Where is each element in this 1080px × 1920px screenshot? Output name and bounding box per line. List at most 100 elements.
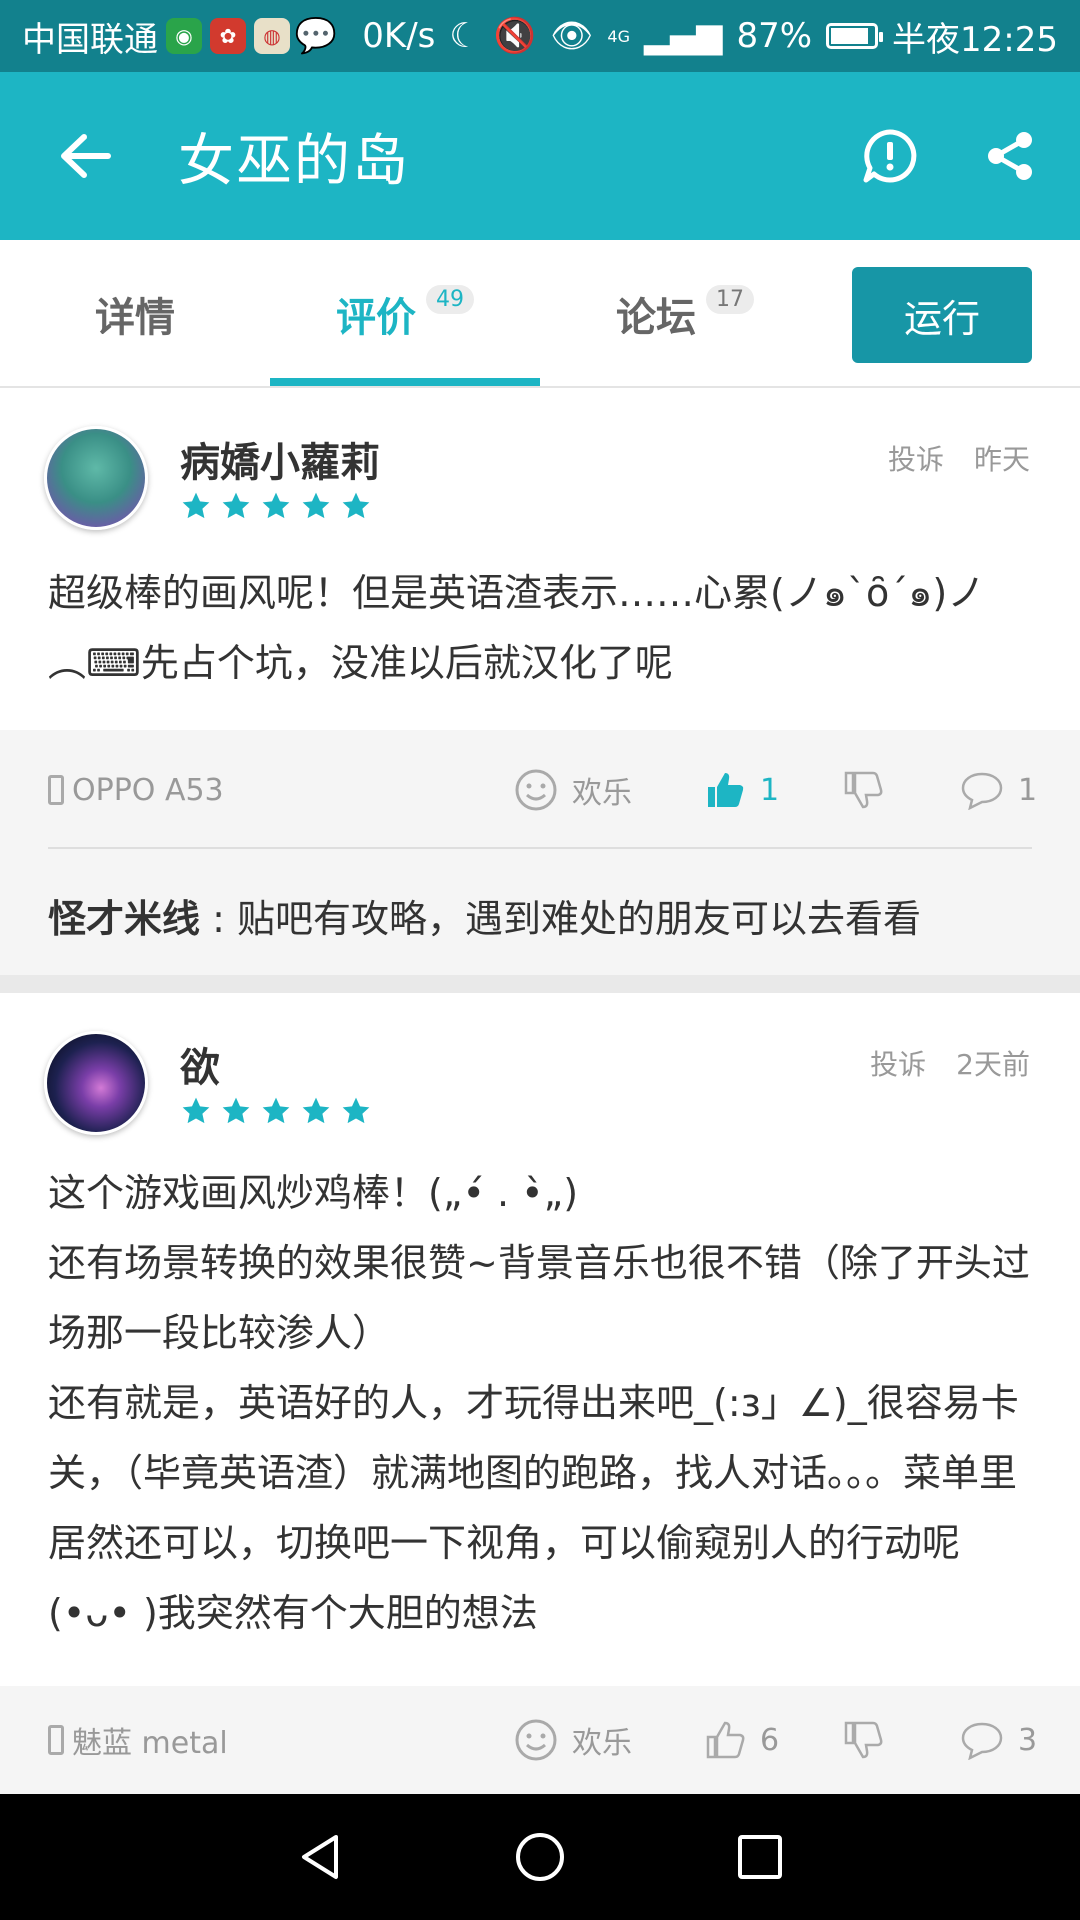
review-time: 2天前: [956, 1048, 1030, 1081]
star-icon: [302, 492, 330, 519]
phone-icon: [48, 1725, 64, 1755]
like-count: 6: [760, 1722, 780, 1758]
like-button[interactable]: 1: [704, 769, 779, 811]
device-info: OPPO A53: [48, 773, 224, 808]
run-button[interactable]: 运行: [852, 267, 1032, 363]
review-time: 昨天: [973, 443, 1030, 476]
like-count: 1: [760, 772, 780, 808]
star-icon: [222, 492, 250, 519]
mood-label: 欢乐: [572, 1726, 632, 1761]
reply-separator: :: [212, 897, 237, 941]
tab-bar: 详情 评价 49 论坛 17 运行: [0, 240, 1080, 388]
review-card: 欲 投诉 2天前 这个游戏画风炒鸡棒！(„•́ . •̀„) 还有场景转换的效果…: [0, 993, 1080, 1693]
active-tab-indicator: [270, 378, 540, 386]
mood-tag[interactable]: 欢乐: [514, 768, 632, 812]
alert-icon: [863, 129, 917, 183]
arrow-left-icon: [61, 134, 111, 178]
comment-icon: [961, 1722, 1003, 1760]
device-name: OPPO A53: [72, 772, 224, 808]
star-icon: [342, 492, 370, 519]
review-separator: [0, 975, 1080, 993]
network-speed: 0K/s: [362, 16, 436, 56]
triangle-back-icon: [302, 1835, 338, 1879]
square-recents-icon: [738, 1835, 782, 1879]
review-content: 这个游戏画风炒鸡棒！(„•́ . •̀„) 还有场景转换的效果很赞~背景音乐也很…: [48, 1158, 1038, 1648]
page-title: 女巫的岛: [178, 128, 410, 194]
avatar[interactable]: [44, 1031, 148, 1135]
review-footer: 魅蓝 metal 欢乐 6 3: [0, 1686, 1080, 1794]
review-content: 超级棒的画风呢！但是英语渣表示……心累(ノ๑`ȏ´๑)ノ︵⌨先占个坑，没准以后就…: [48, 558, 1038, 698]
comment-count: 3: [1018, 1722, 1038, 1758]
thumbs-down-icon: [844, 771, 883, 809]
star-icon: [182, 1097, 210, 1124]
huawei-icon: ✿: [210, 18, 246, 54]
battery-percent: 87%: [736, 16, 813, 56]
report-link[interactable]: 投诉: [888, 438, 944, 478]
tab-forum[interactable]: 论坛 17: [580, 240, 790, 388]
network-type: 4G: [607, 26, 630, 46]
thumbs-down-icon: [844, 1721, 883, 1759]
smiley-icon: [515, 1719, 557, 1761]
comment-button[interactable]: 1: [960, 770, 1037, 810]
mood-tag[interactable]: 欢乐: [514, 1718, 632, 1762]
comment-button[interactable]: 3: [960, 1720, 1037, 1760]
review-text: 这个游戏画风炒鸡棒！(„•́ . •̀„) 还有场景转换的效果很赞~背景音乐也很…: [48, 1171, 1030, 1635]
reply[interactable]: 怪才米线 : 贴吧有攻略，遇到难处的朋友可以去看看: [48, 888, 921, 943]
signal-icon: ▂▄▆: [643, 16, 723, 56]
circle-home-icon: [516, 1833, 564, 1881]
system-nav-bar: [0, 1794, 1080, 1920]
username[interactable]: 欲: [180, 1035, 220, 1093]
status-bar: 中国联通 ◉ ✿ ◍ 💬 0K/s ☾ 🔇 👁 4G ▂▄▆ 87% 半夜12:…: [0, 0, 1080, 72]
mute-icon: 🔇: [493, 16, 537, 56]
review-footer: OPPO A53 欢乐 1 1 怪才米线 : 贴吧有攻略，遇到难处的朋友可以去看…: [0, 730, 1080, 975]
tab-count-badge: 17: [706, 284, 754, 314]
rating-stars: [180, 490, 372, 522]
report-button[interactable]: [850, 116, 930, 196]
back-button[interactable]: [40, 111, 130, 201]
report-link[interactable]: 投诉: [870, 1043, 926, 1083]
nav-recents-button[interactable]: [715, 1812, 805, 1902]
tab-label: 论坛: [616, 295, 696, 341]
tab-label: 评价: [336, 295, 416, 341]
review-text: 超级棒的画风呢！但是英语渣表示……心累(ノ๑`ȏ´๑)ノ︵⌨先占个坑，没准以后就…: [48, 571, 986, 685]
weibo-icon: ◍: [254, 18, 290, 54]
nav-home-button[interactable]: [495, 1812, 585, 1902]
comment-icon: [961, 772, 1003, 810]
star-icon: [302, 1097, 330, 1124]
star-icon: [262, 492, 290, 519]
divider: [48, 847, 1032, 849]
clock: 半夜12:25: [892, 19, 1058, 60]
avatar[interactable]: [44, 426, 148, 530]
carrier-name: 中国联通: [22, 19, 158, 60]
share-icon: [988, 132, 1032, 180]
mood-label: 欢乐: [572, 776, 632, 811]
star-icon: [222, 1097, 250, 1124]
dislike-button[interactable]: [842, 769, 884, 811]
like-button[interactable]: 6: [704, 1719, 779, 1761]
eye-icon: 👁: [550, 16, 594, 56]
thumbs-up-icon: [708, 773, 744, 807]
dislike-button[interactable]: [842, 1719, 884, 1761]
device-name: 魅蓝 metal: [72, 1726, 228, 1761]
phone-icon: [48, 775, 64, 805]
reply-username[interactable]: 怪才米线: [48, 897, 200, 941]
comment-count: 1: [1018, 772, 1038, 808]
battery-icon: [826, 23, 884, 49]
message-icon: 💬: [294, 16, 338, 56]
tab-label: 详情: [95, 295, 175, 341]
app-notification-icon: ◉: [166, 18, 202, 54]
smiley-icon: [515, 769, 557, 811]
share-button[interactable]: [970, 116, 1050, 196]
tab-details[interactable]: 详情: [40, 240, 230, 388]
app-bar: 女巫的岛: [0, 72, 1080, 240]
nav-back-button[interactable]: [275, 1812, 365, 1902]
tab-reviews[interactable]: 评价 49: [300, 240, 510, 388]
rating-stars: [180, 1095, 372, 1127]
device-info: 魅蓝 metal: [48, 1718, 228, 1762]
tab-count-badge: 49: [426, 284, 474, 314]
reply-text: 贴吧有攻略，遇到难处的朋友可以去看看: [237, 897, 922, 941]
username[interactable]: 病嬌小蘿莉: [180, 430, 380, 488]
moon-icon: ☾: [449, 16, 480, 56]
thumbs-up-icon: [706, 1721, 745, 1759]
star-icon: [262, 1097, 290, 1124]
